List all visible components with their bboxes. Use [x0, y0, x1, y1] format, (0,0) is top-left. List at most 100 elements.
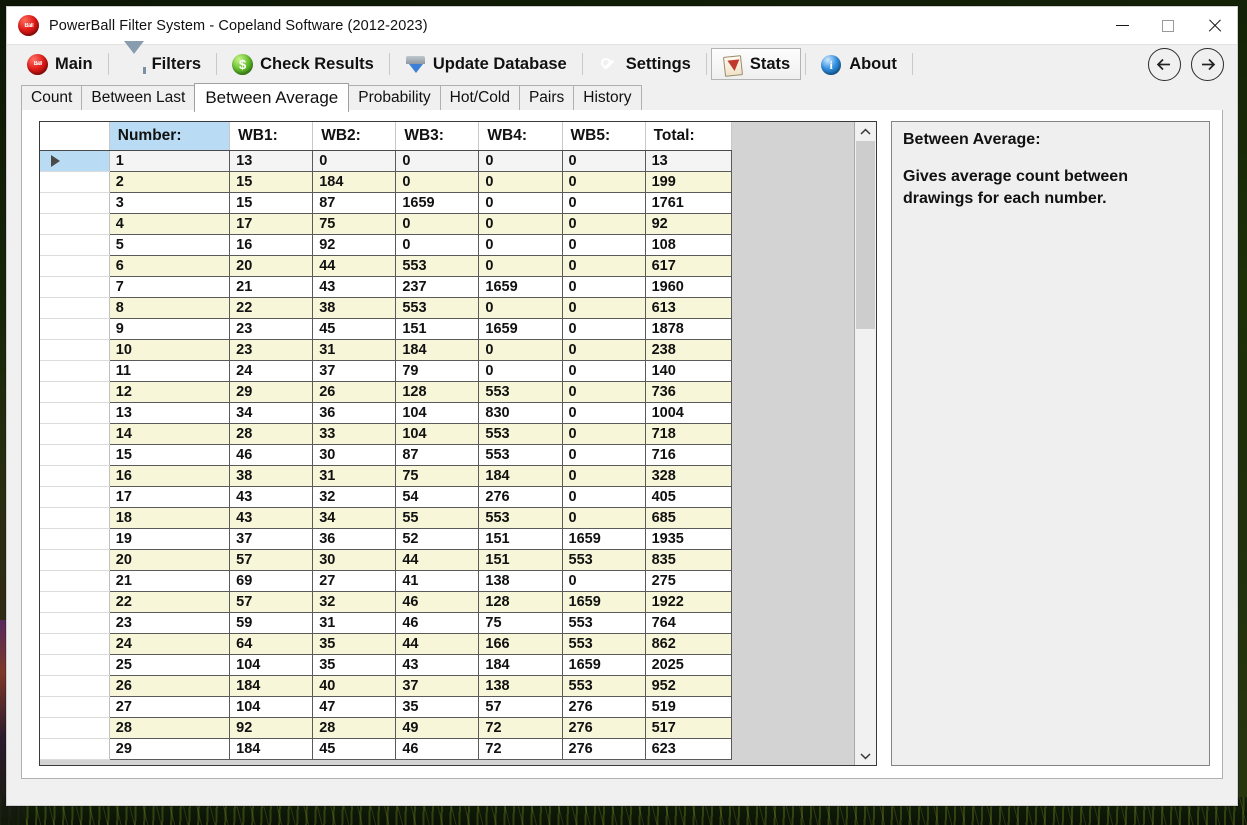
- toolbar-button-main[interactable]: Ball Main: [16, 48, 104, 80]
- cell-wb5[interactable]: 553: [562, 549, 645, 570]
- cell-wb3[interactable]: 44: [396, 549, 479, 570]
- cell-number[interactable]: 28: [109, 717, 229, 738]
- cell-wb4[interactable]: 1659: [479, 318, 562, 339]
- cell-wb5[interactable]: 0: [562, 213, 645, 234]
- table-row[interactable]: 2359314675553764: [40, 612, 732, 633]
- table-row[interactable]: 216927411380275: [40, 570, 732, 591]
- cell-wb2[interactable]: 30: [313, 549, 396, 570]
- cell-wb5[interactable]: 0: [562, 570, 645, 591]
- cell-total[interactable]: 13: [645, 150, 731, 171]
- cell-wb5[interactable]: 0: [562, 402, 645, 423]
- cell-wb5[interactable]: 0: [562, 255, 645, 276]
- cell-wb2[interactable]: 87: [313, 192, 396, 213]
- cell-number[interactable]: 21: [109, 570, 229, 591]
- cell-wb2[interactable]: 35: [313, 654, 396, 675]
- cell-wb5[interactable]: 0: [562, 360, 645, 381]
- cell-wb4[interactable]: 553: [479, 381, 562, 402]
- table-row[interactable]: 92345151165901878: [40, 318, 732, 339]
- cell-wb3[interactable]: 237: [396, 276, 479, 297]
- table-row[interactable]: 20573044151553835: [40, 549, 732, 570]
- row-selector-cell[interactable]: [40, 192, 109, 213]
- row-selector-cell[interactable]: [40, 612, 109, 633]
- cell-number[interactable]: 26: [109, 675, 229, 696]
- cell-wb5[interactable]: 553: [562, 633, 645, 654]
- table-row[interactable]: 24643544166553862: [40, 633, 732, 654]
- cell-wb3[interactable]: 35: [396, 696, 479, 717]
- cell-wb4[interactable]: 0: [479, 150, 562, 171]
- cell-wb4[interactable]: 72: [479, 717, 562, 738]
- cell-wb1[interactable]: 34: [230, 402, 313, 423]
- cell-number[interactable]: 25: [109, 654, 229, 675]
- cell-number[interactable]: 17: [109, 486, 229, 507]
- cell-number[interactable]: 4: [109, 213, 229, 234]
- cell-wb5[interactable]: 0: [562, 192, 645, 213]
- table-row[interactable]: 13343610483001004: [40, 402, 732, 423]
- scrollbar-thumb[interactable]: [856, 141, 875, 329]
- cell-wb1[interactable]: 29: [230, 381, 313, 402]
- cell-total[interactable]: 952: [645, 675, 731, 696]
- row-selector-cell[interactable]: [40, 423, 109, 444]
- cell-wb4[interactable]: 0: [479, 234, 562, 255]
- row-selector-cell[interactable]: [40, 717, 109, 738]
- table-row[interactable]: 1428331045530718: [40, 423, 732, 444]
- cell-wb2[interactable]: 28: [313, 717, 396, 738]
- row-selector-cell[interactable]: [40, 171, 109, 192]
- cell-wb1[interactable]: 24: [230, 360, 313, 381]
- table-row[interactable]: 154630875530716: [40, 444, 732, 465]
- cell-wb2[interactable]: 45: [313, 318, 396, 339]
- cell-number[interactable]: 10: [109, 339, 229, 360]
- cell-wb3[interactable]: 0: [396, 150, 479, 171]
- cell-wb4[interactable]: 184: [479, 654, 562, 675]
- cell-number[interactable]: 11: [109, 360, 229, 381]
- tab-between-last[interactable]: Between Last: [81, 85, 195, 110]
- cell-wb5[interactable]: 553: [562, 612, 645, 633]
- cell-wb2[interactable]: 36: [313, 402, 396, 423]
- cell-wb5[interactable]: 1659: [562, 591, 645, 612]
- cell-wb5[interactable]: 0: [562, 339, 645, 360]
- cell-number[interactable]: 12: [109, 381, 229, 402]
- table-row[interactable]: 2892284972276517: [40, 717, 732, 738]
- cell-wb1[interactable]: 37: [230, 528, 313, 549]
- cell-wb5[interactable]: 0: [562, 486, 645, 507]
- cell-wb5[interactable]: 0: [562, 171, 645, 192]
- minimize-button[interactable]: [1099, 7, 1145, 44]
- cell-total[interactable]: 716: [645, 444, 731, 465]
- cell-total[interactable]: 617: [645, 255, 731, 276]
- cell-total[interactable]: 238: [645, 339, 731, 360]
- cell-total[interactable]: 275: [645, 570, 731, 591]
- row-selector-cell[interactable]: [40, 528, 109, 549]
- scroll-up-button[interactable]: [855, 122, 876, 141]
- row-selector-cell[interactable]: [40, 444, 109, 465]
- cell-number[interactable]: 16: [109, 465, 229, 486]
- cell-total[interactable]: 92: [645, 213, 731, 234]
- table-row[interactable]: 4177500092: [40, 213, 732, 234]
- cell-wb1[interactable]: 38: [230, 465, 313, 486]
- cell-wb3[interactable]: 44: [396, 633, 479, 654]
- cell-number[interactable]: 22: [109, 591, 229, 612]
- cell-wb1[interactable]: 104: [230, 696, 313, 717]
- cell-wb3[interactable]: 0: [396, 171, 479, 192]
- cell-wb4[interactable]: 0: [479, 360, 562, 381]
- tab-hot-cold[interactable]: Hot/Cold: [440, 85, 520, 110]
- row-selector-cell[interactable]: [40, 486, 109, 507]
- cell-wb4[interactable]: 0: [479, 171, 562, 192]
- cell-total[interactable]: 736: [645, 381, 731, 402]
- cell-wb2[interactable]: 31: [313, 339, 396, 360]
- cell-wb4[interactable]: 128: [479, 591, 562, 612]
- table-row[interactable]: 315871659001761: [40, 192, 732, 213]
- cell-wb5[interactable]: 0: [562, 150, 645, 171]
- column-header-number[interactable]: Number:: [109, 122, 229, 150]
- cell-wb2[interactable]: 44: [313, 255, 396, 276]
- cell-number[interactable]: 6: [109, 255, 229, 276]
- row-selector-cell[interactable]: [40, 360, 109, 381]
- cell-number[interactable]: 13: [109, 402, 229, 423]
- cell-number[interactable]: 23: [109, 612, 229, 633]
- cell-wb3[interactable]: 41: [396, 570, 479, 591]
- row-selector-cell[interactable]: [40, 213, 109, 234]
- row-selector-cell[interactable]: [40, 318, 109, 339]
- row-selector-cell[interactable]: [40, 255, 109, 276]
- row-selector-cell[interactable]: [40, 297, 109, 318]
- cell-wb3[interactable]: 46: [396, 591, 479, 612]
- cell-total[interactable]: 519: [645, 696, 731, 717]
- tab-between-average[interactable]: Between Average: [194, 83, 349, 112]
